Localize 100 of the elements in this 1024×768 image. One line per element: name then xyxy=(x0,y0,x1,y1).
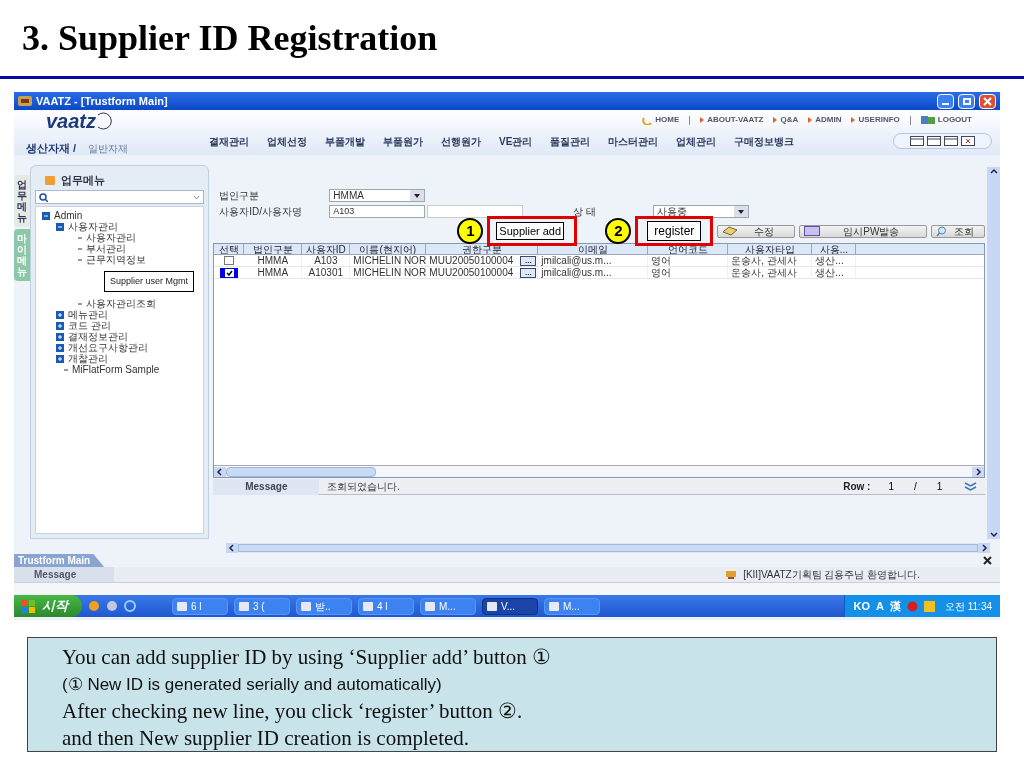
expand-icon[interactable] xyxy=(56,321,64,330)
nav-menu-item[interactable]: 선행원가 xyxy=(441,133,481,149)
clock: 오전 11:34 xyxy=(944,599,992,614)
expand-down-icon[interactable] xyxy=(964,482,978,491)
horizontal-scrollbar[interactable] xyxy=(226,543,990,553)
nav-menu-item[interactable]: 업체관리 xyxy=(676,133,717,149)
user-id-field[interactable]: A103 xyxy=(329,204,426,218)
taskbar-button[interactable]: M... xyxy=(544,597,600,615)
nav-menu-item[interactable]: 결재관리 xyxy=(209,133,249,149)
tree-item[interactable]: 사용자관리 xyxy=(68,221,118,232)
scroll-left-icon[interactable] xyxy=(226,543,238,553)
nav-menu-item[interactable]: VE관리 xyxy=(499,133,533,149)
layout-icon[interactable] xyxy=(927,136,941,146)
column-header[interactable]: 법인구분 xyxy=(244,244,303,254)
toolbar-button[interactable]: 수정 xyxy=(717,224,796,238)
expand-icon[interactable] xyxy=(56,343,64,352)
dropdown-icon[interactable] xyxy=(734,205,749,217)
row-separator: / xyxy=(914,480,917,494)
scroll-up-icon[interactable] xyxy=(988,167,999,175)
taskbar-button[interactable]: 4 l xyxy=(358,597,414,615)
scroll-right-icon[interactable] xyxy=(972,466,985,477)
lookup-button[interactable]: ... xyxy=(520,267,537,278)
scroll-thumb[interactable] xyxy=(238,544,978,552)
tree-item[interactable]: 결재정보관리 xyxy=(68,331,128,342)
table-cell-text: 운송사, 관세사 xyxy=(730,254,797,267)
tree-item[interactable]: MiFlatForm Sample xyxy=(72,364,160,375)
column-header[interactable]: 선택 xyxy=(214,244,245,254)
layout-icon[interactable] xyxy=(944,136,958,146)
card-icon xyxy=(804,226,821,236)
top-link[interactable]: USERINFO xyxy=(858,114,900,126)
division-tab[interactable]: 일반자재 xyxy=(88,140,129,156)
tree-item[interactable]: 부서관리 xyxy=(86,243,126,254)
column-header[interactable]: 권한구분 xyxy=(426,244,539,254)
collapse-icon[interactable] xyxy=(42,211,50,220)
toolbar-button[interactable]: 조회 xyxy=(931,224,986,238)
scroll-thumb[interactable] xyxy=(226,466,377,477)
taskbar-button[interactable]: M... xyxy=(420,597,476,615)
tree-item[interactable]: 개찰관리 xyxy=(68,353,108,364)
column-header[interactable]: 사용... xyxy=(812,244,857,254)
top-link[interactable]: Q&A xyxy=(780,114,799,126)
scroll-down-icon[interactable] xyxy=(988,531,999,539)
division-tab[interactable]: 생산자재 / xyxy=(26,140,77,157)
corp-dropdown[interactable]: HMMA xyxy=(329,188,426,202)
expand-icon[interactable] xyxy=(56,332,64,341)
expand-icon[interactable] xyxy=(56,310,64,319)
quick-launch-icon[interactable] xyxy=(106,600,118,612)
expand-icon[interactable] xyxy=(56,354,64,363)
close-icon[interactable] xyxy=(983,556,992,565)
side-tab[interactable]: 업무메뉴 xyxy=(14,175,30,227)
annotation-label: Supplier add xyxy=(496,221,565,241)
app-icon xyxy=(239,601,249,611)
top-link[interactable]: ABOUT-VAATZ xyxy=(707,114,764,126)
tree-item[interactable]: 개선요구사항관리 xyxy=(68,342,148,353)
tree-item[interactable]: 근무지역정보 xyxy=(86,254,146,265)
row-checkbox[interactable] xyxy=(220,267,239,278)
taskbar-button[interactable]: V... xyxy=(482,597,538,615)
taskbar-button[interactable]: 6 l xyxy=(172,597,228,615)
dropdown-icon[interactable] xyxy=(410,189,425,201)
layout-icon[interactable] xyxy=(910,136,924,146)
tree-item[interactable]: 코드 관리 xyxy=(68,320,111,331)
top-link[interactable]: HOME xyxy=(655,114,680,126)
column-header[interactable]: 이메일 xyxy=(538,244,649,254)
tree-item[interactable]: 메뉴관리 xyxy=(68,309,108,320)
app-icon xyxy=(177,601,187,611)
nav-menu-item[interactable]: 구매정보뱅크 xyxy=(734,133,795,149)
dropdown-icon xyxy=(193,194,201,200)
nav-menu-item[interactable]: 업체선정 xyxy=(267,133,307,149)
collapse-icon[interactable] xyxy=(56,222,64,231)
quick-launch-icon[interactable] xyxy=(124,600,136,612)
taskbar-button[interactable]: 받.. xyxy=(296,597,352,615)
taskbar-button[interactable]: 3 ( xyxy=(234,597,290,615)
horizontal-scrollbar[interactable] xyxy=(214,465,985,477)
minimize-button[interactable] xyxy=(937,93,954,109)
menu-search-field[interactable] xyxy=(35,190,205,204)
nav-menu-item[interactable]: 마스터관리 xyxy=(608,133,659,149)
user-name-field[interactable] xyxy=(427,204,524,218)
table-cell-text: MUU20050100004 xyxy=(428,266,514,279)
field-label: 법인구분 xyxy=(218,188,261,203)
status-dropdown[interactable]: 사용중 xyxy=(653,204,750,218)
column-header[interactable]: 사용자타입 xyxy=(728,244,813,254)
top-link[interactable]: LOGOUT xyxy=(937,114,972,126)
column-header[interactable]: 사용자ID xyxy=(302,244,351,254)
quick-launch-icon[interactable] xyxy=(88,600,100,612)
close-button[interactable] xyxy=(979,93,996,109)
nav-menu-item[interactable]: 품질관리 xyxy=(550,133,591,149)
top-link[interactable]: ADMIN xyxy=(815,114,842,126)
scroll-right-icon[interactable] xyxy=(978,543,990,553)
tree-item[interactable]: Admin xyxy=(54,210,83,221)
nav-menu-item[interactable]: 부품원가 xyxy=(383,133,423,149)
row-checkbox[interactable] xyxy=(224,256,235,265)
column-header[interactable]: 언어코드 xyxy=(648,244,729,254)
scroll-left-icon[interactable] xyxy=(214,466,227,477)
toolbar-button[interactable]: 임시PW발송 xyxy=(799,224,928,238)
nav-menu-item[interactable]: 부품개발 xyxy=(325,133,365,149)
restore-button[interactable] xyxy=(958,93,975,109)
tree-item[interactable]: 사용자관리조회 xyxy=(86,298,156,309)
layout-icon[interactable] xyxy=(961,136,975,146)
lookup-button[interactable]: ... xyxy=(520,255,537,266)
vertical-scrollbar[interactable] xyxy=(987,167,1000,539)
tree-item[interactable]: 사용자관리 xyxy=(86,232,136,243)
